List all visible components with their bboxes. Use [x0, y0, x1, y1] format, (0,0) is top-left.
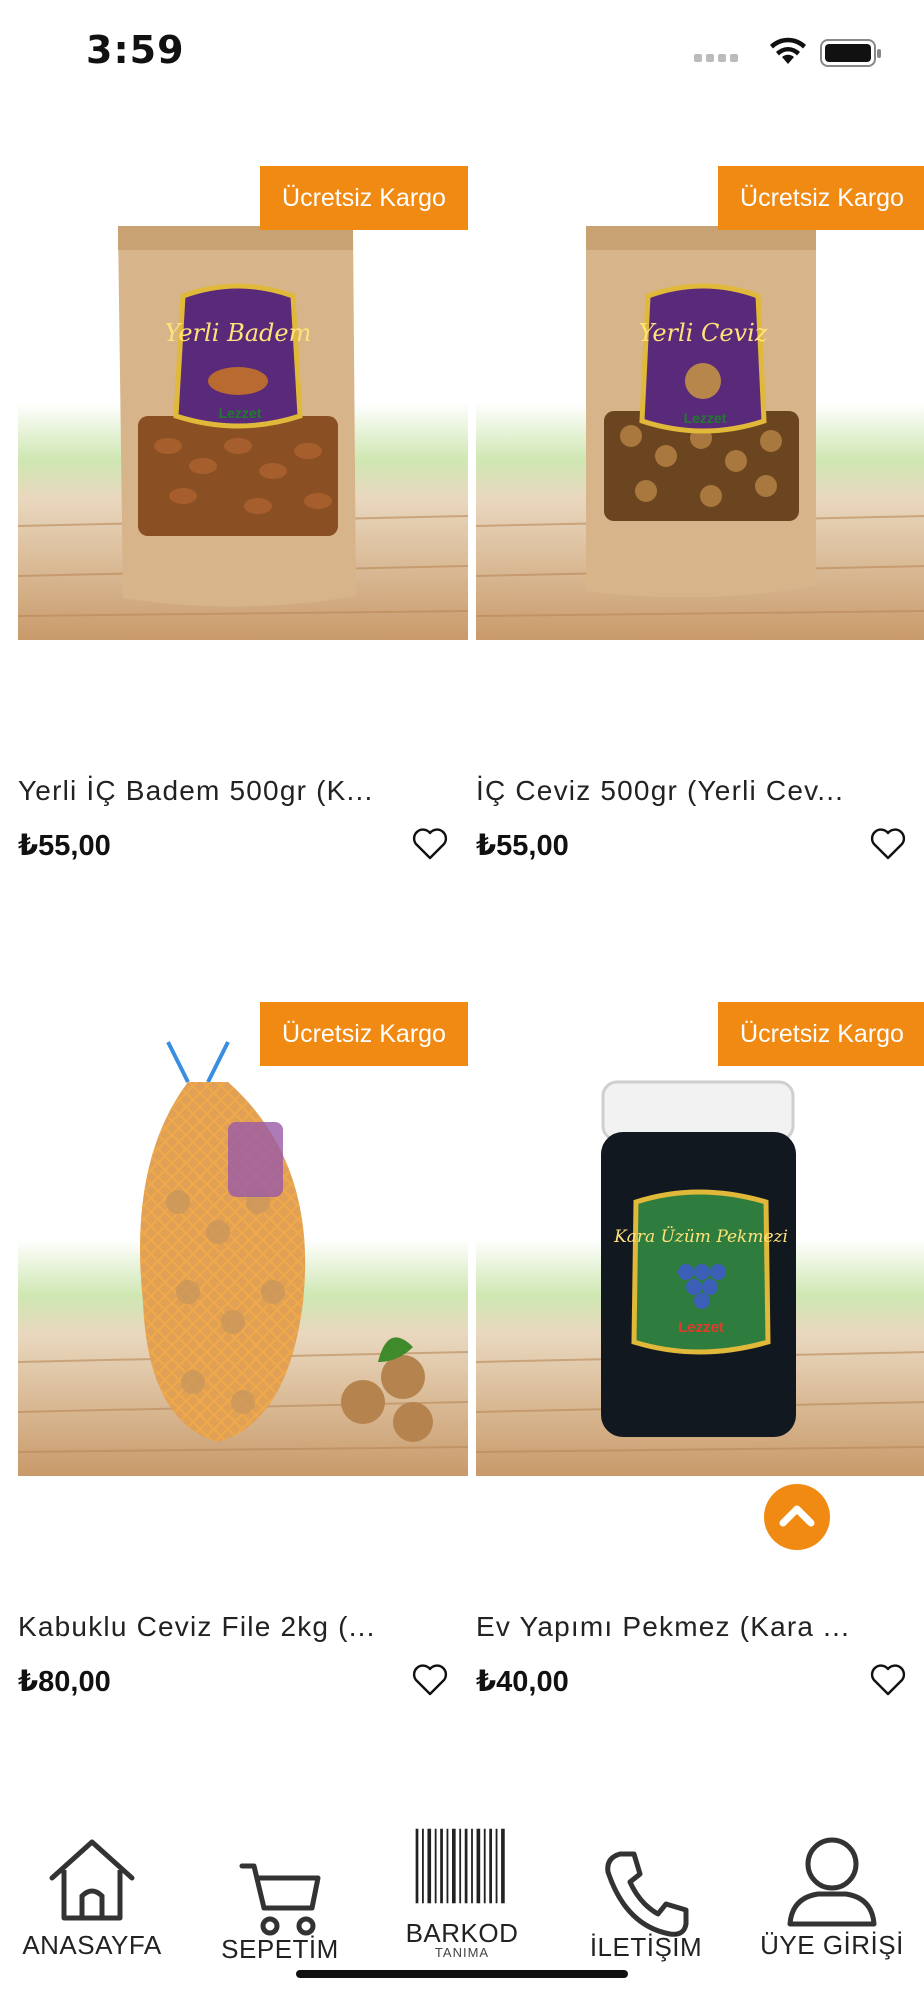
brand-label: Lezzet	[678, 1319, 724, 1336]
signal-icon	[694, 54, 738, 62]
barcode-icon	[412, 1816, 512, 1916]
product-price: ₺55,00	[18, 830, 111, 862]
almond-bag-image: Yerli Badem Lezzet	[18, 166, 468, 640]
product-title[interactable]: Kabuklu Ceviz File 2kg (...	[18, 1611, 418, 1643]
brand-label: Lezzet	[219, 405, 262, 421]
status-icons	[694, 37, 881, 67]
heart-icon[interactable]	[868, 824, 908, 864]
heart-icon[interactable]	[868, 1660, 908, 1700]
bag-label: Yerli Badem	[165, 319, 312, 347]
free-shipping-badge: Ücretsiz Kargo	[260, 166, 468, 230]
product-image[interactable]: Ücretsiz Kargo	[18, 1002, 468, 1476]
jar-label: Kara Üzüm Pekmezi	[613, 1226, 788, 1247]
home-icon	[42, 1830, 142, 1930]
free-shipping-badge: Ücretsiz Kargo	[718, 166, 924, 230]
cart-icon	[230, 1846, 330, 1946]
product-price: ₺55,00	[476, 830, 569, 862]
free-shipping-badge: Ücretsiz Kargo	[718, 1002, 924, 1066]
product-price: ₺80,00	[18, 1666, 111, 1698]
wifi-icon	[770, 37, 806, 64]
product-title[interactable]: Ev Yapımı Pekmez (Kara ...	[476, 1611, 876, 1643]
product-title[interactable]: Yerli İÇ Badem 500gr (K...	[18, 775, 418, 807]
product-image[interactable]: Yerli Ceviz Lezzet Ücretsiz Kargo	[476, 166, 924, 640]
brand-label: Lezzet	[684, 410, 727, 426]
nav-barcode-sublabel: TANIMA	[434, 1945, 490, 1960]
nav-cart-label: SEPETİM	[221, 1934, 339, 1964]
product-image[interactable]: Yerli Badem Lezzet Ücretsiz Kargo	[18, 166, 468, 640]
product-image[interactable]: Kara Üzüm Pekmezi Lezzet Ücretsiz Kargo	[476, 1002, 924, 1476]
status-bar: 3:59	[0, 0, 924, 100]
chevron-up-icon	[779, 1505, 815, 1527]
home-indicator	[296, 1970, 628, 1978]
scroll-to-top-button[interactable]	[764, 1484, 830, 1550]
phone-icon	[596, 1844, 696, 1944]
molasses-jar-image: Kara Üzüm Pekmezi Lezzet	[476, 1002, 924, 1476]
nav-login-label: ÜYE GİRİŞİ	[760, 1930, 904, 1960]
walnut-net-image	[18, 1002, 468, 1476]
product-price: ₺40,00	[476, 1666, 569, 1698]
heart-icon[interactable]	[410, 1660, 450, 1700]
nav-contact-label: İLETİŞİM	[589, 1932, 703, 1962]
nav-home[interactable]: ANASAYFA	[22, 1830, 162, 2000]
battery-icon	[820, 39, 881, 67]
walnut-bag-image: Yerli Ceviz Lezzet	[476, 166, 924, 640]
bag-label: Yerli Ceviz	[639, 319, 768, 347]
free-shipping-badge: Ücretsiz Kargo	[260, 1002, 468, 1066]
heart-icon[interactable]	[410, 824, 450, 864]
status-time: 3:59	[86, 28, 185, 72]
nav-login[interactable]: ÜYE GİRİŞİ	[754, 1830, 910, 2000]
nav-home-label: ANASAYFA	[22, 1930, 162, 1960]
user-icon	[782, 1830, 882, 1930]
product-title[interactable]: İÇ Ceviz 500gr (Yerli Cev...	[476, 775, 876, 807]
